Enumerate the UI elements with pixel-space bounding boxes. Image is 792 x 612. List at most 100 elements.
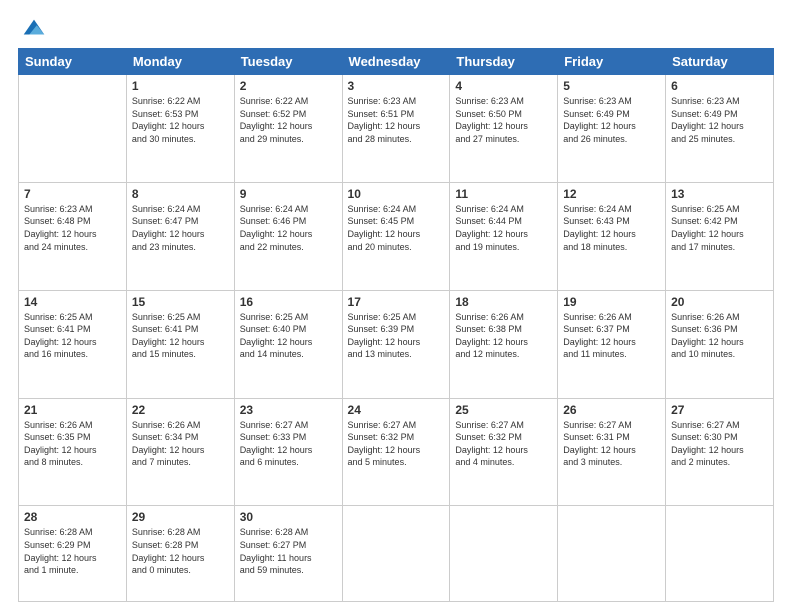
table-cell: 28 Sunrise: 6:28 AMSunset: 6:29 PMDayligh… — [19, 506, 127, 602]
day-number: 24 — [348, 403, 445, 417]
table-cell: 1 Sunrise: 6:22 AMSunset: 6:53 PMDaylight… — [126, 75, 234, 183]
day-info: Sunrise: 6:27 AMSunset: 6:30 PMDaylight:… — [671, 419, 768, 469]
table-cell: 23Sunrise: 6:27 AMSunset: 6:33 PMDayligh… — [234, 398, 342, 506]
day-info: Sunrise: 6:28 AMSunset: 6:28 PMDaylight:… — [132, 526, 229, 576]
table-cell: 8 Sunrise: 6:24 AMSunset: 6:47 PMDaylight… — [126, 182, 234, 290]
day-number: 23 — [240, 403, 337, 417]
table-cell: 27 Sunrise: 6:27 AMSunset: 6:30 PMDayligh… — [666, 398, 774, 506]
col-thursday: Thursday — [450, 49, 558, 75]
calendar-row: 28 Sunrise: 6:28 AMSunset: 6:29 PMDayligh… — [19, 506, 774, 602]
header — [18, 10, 774, 42]
day-number: 19 — [563, 295, 660, 309]
day-info: Sunrise: 6:28 AMSunset: 6:29 PMDaylight:… — [24, 526, 121, 576]
day-info: Sunrise: 6:25 AMSunset: 6:41 PMDaylight:… — [24, 311, 121, 361]
day-info: Sunrise: 6:22 AMSunset: 6:53 PMDaylight:… — [132, 95, 229, 145]
day-info: Sunrise: 6:24 AMSunset: 6:44 PMDaylight:… — [455, 203, 552, 253]
day-number: 20 — [671, 295, 768, 309]
day-number: 29 — [132, 510, 229, 524]
table-cell: 26Sunrise: 6:27 AMSunset: 6:31 PMDayligh… — [558, 398, 666, 506]
day-info: Sunrise: 6:26 AMSunset: 6:34 PMDaylight:… — [132, 419, 229, 469]
calendar-row: 14 Sunrise: 6:25 AMSunset: 6:41 PMDayligh… — [19, 290, 774, 398]
day-number: 11 — [455, 187, 552, 201]
calendar-row: 7 Sunrise: 6:23 AMSunset: 6:48 PMDaylight… — [19, 182, 774, 290]
day-number: 18 — [455, 295, 552, 309]
day-info: Sunrise: 6:26 AMSunset: 6:37 PMDaylight:… — [563, 311, 660, 361]
day-number: 13 — [671, 187, 768, 201]
day-number: 1 — [132, 79, 229, 93]
table-cell — [342, 506, 450, 602]
table-cell: 30Sunrise: 6:28 AMSunset: 6:27 PMDayligh… — [234, 506, 342, 602]
col-saturday: Saturday — [666, 49, 774, 75]
table-cell: 19 Sunrise: 6:26 AMSunset: 6:37 PMDayligh… — [558, 290, 666, 398]
table-cell: 3Sunrise: 6:23 AMSunset: 6:51 PMDaylight… — [342, 75, 450, 183]
day-info: Sunrise: 6:26 AMSunset: 6:35 PMDaylight:… — [24, 419, 121, 469]
table-cell: 18 Sunrise: 6:26 AMSunset: 6:38 PMDayligh… — [450, 290, 558, 398]
col-friday: Friday — [558, 49, 666, 75]
day-number: 7 — [24, 187, 121, 201]
day-info: Sunrise: 6:23 AMSunset: 6:50 PMDaylight:… — [455, 95, 552, 145]
day-number: 22 — [132, 403, 229, 417]
day-info: Sunrise: 6:25 AMSunset: 6:41 PMDaylight:… — [132, 311, 229, 361]
day-info: Sunrise: 6:26 AMSunset: 6:36 PMDaylight:… — [671, 311, 768, 361]
table-cell — [558, 506, 666, 602]
calendar-row: 21 Sunrise: 6:26 AMSunset: 6:35 PMDayligh… — [19, 398, 774, 506]
day-number: 4 — [455, 79, 552, 93]
table-cell — [666, 506, 774, 602]
day-info: Sunrise: 6:27 AMSunset: 6:31 PMDaylight:… — [563, 419, 660, 469]
logo-icon — [20, 14, 48, 42]
day-number: 5 — [563, 79, 660, 93]
day-info: Sunrise: 6:27 AMSunset: 6:32 PMDaylight:… — [348, 419, 445, 469]
day-info: Sunrise: 6:23 AMSunset: 6:48 PMDaylight:… — [24, 203, 121, 253]
day-info: Sunrise: 6:24 AMSunset: 6:46 PMDaylight:… — [240, 203, 337, 253]
day-number: 16 — [240, 295, 337, 309]
logo — [18, 14, 48, 42]
day-number: 30 — [240, 510, 337, 524]
day-info: Sunrise: 6:23 AMSunset: 6:49 PMDaylight:… — [563, 95, 660, 145]
table-cell: 12 Sunrise: 6:24 AMSunset: 6:43 PMDayligh… — [558, 182, 666, 290]
day-number: 6 — [671, 79, 768, 93]
day-number: 14 — [24, 295, 121, 309]
day-info: Sunrise: 6:24 AMSunset: 6:47 PMDaylight:… — [132, 203, 229, 253]
col-sunday: Sunday — [19, 49, 127, 75]
day-info: Sunrise: 6:25 AMSunset: 6:42 PMDaylight:… — [671, 203, 768, 253]
table-cell: 21 Sunrise: 6:26 AMSunset: 6:35 PMDayligh… — [19, 398, 127, 506]
day-number: 2 — [240, 79, 337, 93]
day-info: Sunrise: 6:25 AMSunset: 6:40 PMDaylight:… — [240, 311, 337, 361]
day-info: Sunrise: 6:23 AMSunset: 6:49 PMDaylight:… — [671, 95, 768, 145]
col-wednesday: Wednesday — [342, 49, 450, 75]
table-cell: 16 Sunrise: 6:25 AMSunset: 6:40 PMDayligh… — [234, 290, 342, 398]
day-number: 27 — [671, 403, 768, 417]
table-cell: 2Sunrise: 6:22 AMSunset: 6:52 PMDaylight… — [234, 75, 342, 183]
day-number: 15 — [132, 295, 229, 309]
table-cell: 10Sunrise: 6:24 AMSunset: 6:45 PMDayligh… — [342, 182, 450, 290]
calendar-row: 1 Sunrise: 6:22 AMSunset: 6:53 PMDaylight… — [19, 75, 774, 183]
table-cell: 14 Sunrise: 6:25 AMSunset: 6:41 PMDayligh… — [19, 290, 127, 398]
day-number: 8 — [132, 187, 229, 201]
table-cell: 29 Sunrise: 6:28 AMSunset: 6:28 PMDayligh… — [126, 506, 234, 602]
day-number: 9 — [240, 187, 337, 201]
col-tuesday: Tuesday — [234, 49, 342, 75]
table-cell — [450, 506, 558, 602]
table-cell: 22 Sunrise: 6:26 AMSunset: 6:34 PMDayligh… — [126, 398, 234, 506]
day-number: 25 — [455, 403, 552, 417]
table-cell: 5 Sunrise: 6:23 AMSunset: 6:49 PMDaylight… — [558, 75, 666, 183]
day-info: Sunrise: 6:27 AMSunset: 6:32 PMDaylight:… — [455, 419, 552, 469]
table-cell: 7 Sunrise: 6:23 AMSunset: 6:48 PMDaylight… — [19, 182, 127, 290]
day-number: 17 — [348, 295, 445, 309]
table-cell: 11 Sunrise: 6:24 AMSunset: 6:44 PMDayligh… — [450, 182, 558, 290]
table-cell: 25 Sunrise: 6:27 AMSunset: 6:32 PMDayligh… — [450, 398, 558, 506]
day-number: 28 — [24, 510, 121, 524]
table-cell: 15 Sunrise: 6:25 AMSunset: 6:41 PMDayligh… — [126, 290, 234, 398]
day-info: Sunrise: 6:24 AMSunset: 6:45 PMDaylight:… — [348, 203, 445, 253]
day-number: 12 — [563, 187, 660, 201]
day-info: Sunrise: 6:24 AMSunset: 6:43 PMDaylight:… — [563, 203, 660, 253]
table-cell: 20 Sunrise: 6:26 AMSunset: 6:36 PMDayligh… — [666, 290, 774, 398]
day-info: Sunrise: 6:26 AMSunset: 6:38 PMDaylight:… — [455, 311, 552, 361]
table-cell: 24 Sunrise: 6:27 AMSunset: 6:32 PMDayligh… — [342, 398, 450, 506]
calendar-table: Sunday Monday Tuesday Wednesday Thursday… — [18, 48, 774, 602]
table-cell: 9 Sunrise: 6:24 AMSunset: 6:46 PMDaylight… — [234, 182, 342, 290]
header-row: Sunday Monday Tuesday Wednesday Thursday… — [19, 49, 774, 75]
day-number: 3 — [348, 79, 445, 93]
day-number: 21 — [24, 403, 121, 417]
table-cell: 13 Sunrise: 6:25 AMSunset: 6:42 PMDayligh… — [666, 182, 774, 290]
